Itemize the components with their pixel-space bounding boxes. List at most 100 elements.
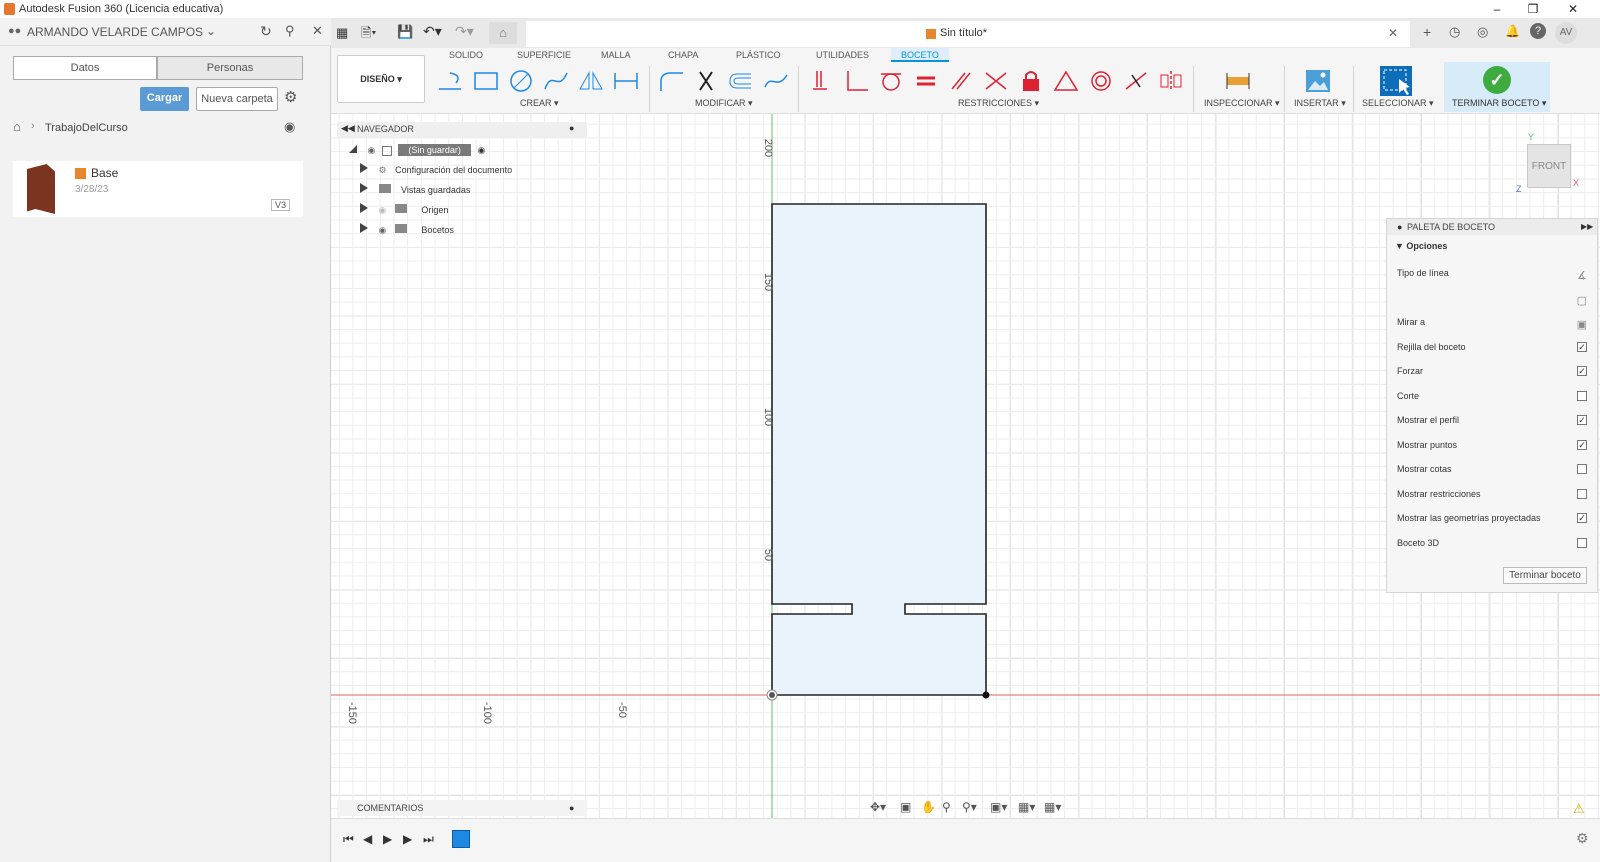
- measure-tool-icon[interactable]: [1223, 66, 1253, 96]
- orbit-icon[interactable]: ✥▾: [870, 800, 886, 814]
- previous-step-icon[interactable]: ◀: [363, 832, 372, 846]
- checkbox[interactable]: ✓: [1577, 366, 1587, 376]
- trim-tool-icon[interactable]: [691, 66, 721, 96]
- collapsed-triangle-icon[interactable]: [360, 203, 368, 213]
- palette-row[interactable]: Mirar a ▣: [1397, 312, 1587, 332]
- tab-superficie[interactable]: SUPERFICIE: [517, 48, 571, 62]
- crear-menu[interactable]: CREAR ▾: [520, 98, 559, 109]
- checkbox[interactable]: [1577, 488, 1587, 499]
- comments-options-icon[interactable]: ●: [569, 800, 574, 816]
- collapsed-triangle-icon[interactable]: [360, 223, 368, 233]
- file-menu-icon[interactable]: 🗎▾: [361, 24, 376, 46]
- perpendicular-constraint-icon[interactable]: [841, 66, 871, 96]
- midpoint-constraint-icon[interactable]: [1121, 66, 1151, 96]
- browser-header[interactable]: ◀◀ NAVEGADOR ●: [337, 122, 587, 138]
- next-step-icon[interactable]: ▶: [403, 832, 412, 846]
- finish-sketch-button[interactable]: Terminar boceto: [1503, 567, 1587, 584]
- palette-row[interactable]: Corte: [1397, 386, 1587, 406]
- eye-icon[interactable]: ◉: [379, 225, 387, 235]
- checkbox[interactable]: [1577, 390, 1587, 401]
- tab-personas[interactable]: Personas: [157, 56, 303, 80]
- expanded-triangle-icon[interactable]: [349, 145, 357, 153]
- job-status-icon[interactable]: ◷: [1449, 24, 1460, 40]
- inspeccionar-menu[interactable]: INSPECCIONAR ▾: [1204, 98, 1280, 109]
- rectangle-tool-icon[interactable]: [471, 66, 501, 96]
- expand-icon[interactable]: ▶▶: [1581, 219, 1593, 235]
- browser-item-sketches[interactable]: ◉ Bocetos: [360, 222, 454, 238]
- palette-row[interactable]: Boceto 3D: [1397, 533, 1587, 553]
- help-icon[interactable]: ?: [1530, 23, 1546, 39]
- palette-row[interactable]: Mostrar las geometrías proyectadas ✓: [1397, 508, 1587, 528]
- tab-utilidades[interactable]: UTILIDADES: [816, 48, 869, 62]
- mirror-tool-icon[interactable]: [576, 66, 606, 96]
- triangle-constraint-icon[interactable]: [1051, 66, 1081, 96]
- checkbox[interactable]: [1577, 464, 1587, 474]
- file-card[interactable]: Base 3/28/23 V3: [13, 161, 303, 217]
- line-tool-icon[interactable]: [435, 66, 465, 96]
- new-tab-icon[interactable]: +: [1423, 24, 1431, 40]
- home-tab-icon[interactable]: ⌂: [489, 22, 517, 44]
- browser-item-origin[interactable]: ◉ Origen: [360, 202, 448, 218]
- insertar-menu[interactable]: INSERTAR ▾: [1294, 98, 1346, 109]
- seleccionar-menu[interactable]: SELECCIONAR ▾: [1362, 98, 1434, 109]
- extensions-icon[interactable]: ◎: [1477, 24, 1488, 40]
- palette-section[interactable]: ▼ Opciones: [1395, 241, 1447, 251]
- first-step-icon[interactable]: ⏮: [343, 832, 354, 847]
- linetype-icon[interactable]: ∡: [1577, 266, 1587, 286]
- parallel-constraint-icon[interactable]: [946, 66, 976, 96]
- play-icon[interactable]: ▶: [383, 832, 392, 846]
- browser-options-icon[interactable]: ●: [569, 123, 574, 133]
- viewports-icon[interactable]: ▦▾: [1044, 800, 1061, 814]
- tangent-constraint-icon[interactable]: [876, 66, 906, 96]
- equal-constraint-icon[interactable]: [911, 66, 941, 96]
- tab-solido[interactable]: SOLIDO: [449, 48, 483, 62]
- checkbox[interactable]: ✓: [1577, 439, 1587, 450]
- palette-header[interactable]: ● PALETA DE BOCETO ▶▶: [1387, 219, 1597, 235]
- collapse-icon[interactable]: ◀◀: [341, 123, 355, 134]
- checkbox[interactable]: ✓: [1577, 415, 1587, 425]
- save-icon[interactable]: 💾: [397, 24, 413, 40]
- display-settings-icon[interactable]: ▣▾: [990, 800, 1007, 814]
- browser-root[interactable]: ◉ (Sin guardar) ◉: [349, 142, 485, 158]
- last-step-icon[interactable]: ⏭: [423, 832, 434, 847]
- palette-row[interactable]: Rejilla del boceto ✓: [1397, 337, 1587, 357]
- undo-icon[interactable]: ↶▾: [423, 23, 442, 40]
- finish-sketch-area[interactable]: ✓ TERMINAR BOCETO ▾: [1444, 62, 1550, 112]
- user-avatar[interactable]: AV: [1555, 22, 1577, 44]
- blank-option-icon[interactable]: ▢: [1577, 291, 1587, 311]
- palette-row[interactable]: Mostrar puntos ✓: [1397, 435, 1587, 455]
- cloud-settings-icon[interactable]: ◉: [284, 119, 295, 135]
- document-tab[interactable]: Sin título* ✕: [526, 21, 1410, 47]
- checkbox[interactable]: ✓: [1577, 513, 1587, 523]
- lock-constraint-icon[interactable]: [1016, 66, 1046, 96]
- look-at-icon[interactable]: ▣: [1577, 315, 1587, 335]
- home-icon[interactable]: ⌂: [13, 119, 21, 134]
- fit-icon[interactable]: ⚲▾: [962, 800, 977, 814]
- tab-malla[interactable]: MALLA: [601, 48, 631, 62]
- select-tool-icon[interactable]: [1379, 64, 1413, 98]
- eye-icon[interactable]: ◉: [368, 145, 376, 155]
- collapsed-triangle-icon[interactable]: [360, 183, 368, 193]
- spline-edit-tool-icon[interactable]: [761, 66, 791, 96]
- checkbox[interactable]: [1577, 537, 1587, 548]
- restore-button[interactable]: ❐: [1518, 0, 1548, 18]
- restricciones-menu[interactable]: RESTRICCIONES ▾: [958, 98, 1039, 109]
- refresh-icon[interactable]: ↻: [260, 23, 272, 40]
- spline-tool-icon[interactable]: [541, 66, 571, 96]
- warning-icon[interactable]: ⚠: [1573, 801, 1585, 817]
- horizontal-vertical-constraint-icon[interactable]: [806, 66, 836, 96]
- tab-boceto[interactable]: BOCETO: [891, 48, 949, 62]
- fillet-tool-icon[interactable]: [656, 66, 686, 96]
- palette-row[interactable]: Mostrar el perfil ✓: [1397, 410, 1587, 430]
- notifications-icon[interactable]: 🔔: [1505, 24, 1520, 38]
- symmetry-constraint-icon[interactable]: [1156, 66, 1186, 96]
- circle-tool-icon[interactable]: [506, 66, 536, 96]
- gear-icon[interactable]: ⚙: [284, 88, 297, 106]
- new-folder-button[interactable]: Nueva carpeta: [196, 87, 278, 111]
- close-panel-icon[interactable]: ✕: [312, 23, 323, 39]
- tab-chapa[interactable]: CHAPA: [668, 48, 698, 62]
- insert-image-icon[interactable]: [1303, 66, 1333, 96]
- tab-plastico[interactable]: PLÁSTICO: [736, 48, 781, 62]
- zoom-icon[interactable]: ⚲: [942, 800, 951, 814]
- tab-datos[interactable]: Datos: [13, 56, 157, 80]
